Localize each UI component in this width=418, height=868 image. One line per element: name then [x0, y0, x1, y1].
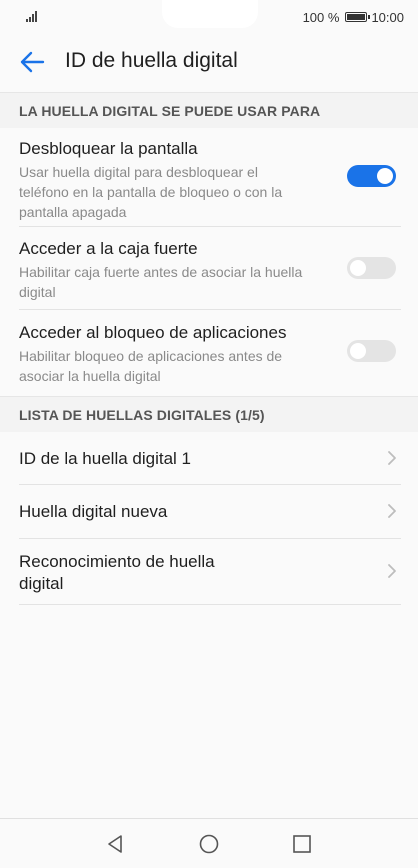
battery-percent: 100 % — [302, 9, 340, 25]
new-fingerprint-item[interactable]: Huella digital nueva — [0, 485, 418, 538]
setting-description: Habilitar caja fuerte antes de asociar l… — [19, 264, 303, 300]
section-header-usage: LA HUELLA DIGITAL SE PUEDE USAR PARA — [0, 92, 418, 128]
setting-app-lock-access[interactable]: Acceder al bloqueo de aplicaciones Habil… — [0, 310, 418, 396]
page-title: ID de huella digital — [65, 49, 238, 72]
list-item-label: Reconocimiento de huella digital — [19, 552, 215, 593]
setting-unlock-screen[interactable]: Desbloquear la pantalla Usar huella digi… — [0, 128, 418, 226]
fingerprint-item-1[interactable]: ID de la huella digital 1 — [0, 432, 418, 484]
list-item-label: Huella digital nueva — [19, 502, 168, 521]
divider — [19, 604, 401, 605]
safe-access-toggle[interactable] — [347, 257, 396, 279]
setting-title: Acceder a la caja fuerte — [19, 239, 198, 258]
setting-title: Desbloquear la pantalla — [19, 139, 198, 158]
square-recents-icon[interactable] — [291, 833, 313, 855]
system-nav-bar — [0, 818, 418, 868]
unlock-screen-toggle[interactable] — [347, 165, 396, 187]
list-item-label: ID de la huella digital 1 — [19, 449, 192, 468]
triangle-back-icon[interactable] — [104, 833, 126, 855]
status-right: 100 % 10:00 — [303, 8, 404, 26]
app-bar: ID de huella digital — [0, 34, 418, 92]
clock: 10:00 — [371, 9, 404, 25]
setting-safe-access[interactable]: Acceder a la caja fuerte Habilitar caja … — [0, 227, 418, 309]
battery-icon — [345, 12, 371, 22]
camera-notch — [162, 0, 258, 28]
chevron-right-icon — [388, 451, 396, 465]
back-arrow-icon[interactable] — [18, 48, 46, 76]
chevron-right-icon — [388, 504, 396, 518]
status-bar: 100 % 10:00 — [0, 0, 418, 34]
circle-home-icon[interactable] — [198, 833, 220, 855]
chevron-right-icon — [388, 564, 396, 578]
app-lock-toggle[interactable] — [347, 340, 396, 362]
setting-description: Usar huella digital para desbloquear el … — [19, 164, 283, 220]
signal-icon — [26, 11, 37, 22]
section-header-fingerprint-list: LISTA DE HUELLAS DIGITALES (1/5) — [0, 396, 418, 432]
setting-title: Acceder al bloqueo de aplicaciones — [19, 323, 287, 342]
fingerprint-recognition-item[interactable]: Reconocimiento de huella digital — [0, 539, 418, 604]
setting-description: Habilitar bloqueo de aplicaciones antes … — [19, 348, 283, 384]
